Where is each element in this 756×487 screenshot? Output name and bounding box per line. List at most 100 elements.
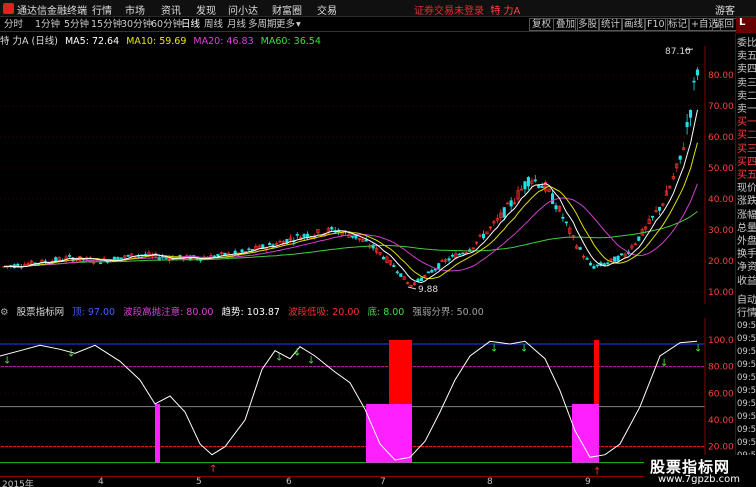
candle-body	[533, 179, 537, 182]
trade-login-warning[interactable]: 证券交易未登录 特 力A	[414, 2, 520, 17]
candle-body	[350, 235, 355, 238]
candle-body	[240, 249, 244, 253]
menu-zixun[interactable]: 资讯	[161, 2, 181, 17]
kline-chart[interactable]: 80.00 70.00 60.00 50.00 40.00 30.00 20.00 10.00…	[0, 46, 735, 304]
candle-body	[302, 234, 306, 237]
candle-body	[502, 207, 506, 218]
candle-body	[595, 264, 599, 267]
sell-arrow-icon: ↓	[694, 343, 702, 354]
period-5min[interactable]: 5分钟	[64, 18, 89, 31]
main-y-tick: 70.00	[708, 102, 734, 112]
indicator-gear-icon[interactable]: ⚙	[0, 307, 9, 318]
sell-arrow-icon: ↓	[660, 358, 668, 369]
panel-label: 买二	[737, 130, 756, 142]
period-toolbar: 分时 1分钟 5分钟 15分钟 30分钟 60分钟 日线 周线 月线 多周期 更…	[0, 17, 756, 32]
x-label-4: 4	[98, 477, 104, 487]
panel-label: 卖二	[737, 90, 756, 102]
candle-body	[54, 257, 58, 262]
candle-body	[537, 184, 541, 188]
multi-stock-button[interactable]: 多股	[575, 18, 601, 31]
x-label-2015: 2015年	[2, 480, 34, 487]
menu-wenxiaoda[interactable]: 问小达	[228, 2, 258, 17]
candle-body	[119, 257, 123, 260]
candle-body	[126, 254, 130, 257]
candle-body	[295, 234, 299, 236]
candle-body	[437, 263, 441, 269]
panel-label: 净资	[737, 262, 756, 274]
main-y-tick: 30.00	[708, 226, 734, 236]
candle-body	[364, 239, 368, 242]
panel-label: 涨跌	[737, 196, 756, 208]
period-15min[interactable]: 15分钟	[91, 18, 122, 31]
period-daily[interactable]: 日线	[181, 18, 200, 31]
fuquan-button[interactable]: 复权	[529, 18, 555, 31]
period-multi[interactable]: 多周期	[248, 18, 277, 31]
indicator-header: ⚙ 股票指标网 顶: 97.00 波段高抛注意: 80.00 趋势: 103.8…	[0, 304, 489, 318]
indicator-chart[interactable]: ↓ ↓ ↓ ↓ ↓ ↓ ↓ ↓ ↓ ↑ ↑ 100.0 80.00 60.00 40.00 20.00	[0, 318, 735, 476]
panel-label: 卖三	[737, 77, 756, 89]
menu-jiaoyi[interactable]: 交易	[317, 2, 337, 17]
candle-body	[561, 216, 565, 219]
panel-time-label: 09:53	[737, 411, 756, 422]
x-label-6: 6	[286, 477, 292, 487]
menu-shichang[interactable]: 市场	[125, 2, 145, 17]
candle-body	[554, 205, 558, 210]
sell-arrow-icon: ↓	[3, 355, 11, 366]
candle-body	[450, 254, 455, 257]
period-fenshi[interactable]: 分时	[4, 18, 23, 31]
high-sell-bar	[594, 340, 599, 404]
candle-body	[592, 266, 596, 269]
panel-label: 买四	[737, 156, 756, 168]
period-monthly[interactable]: 月线	[227, 18, 246, 31]
candle-body	[268, 243, 272, 246]
panel-label: 卖五	[737, 51, 756, 63]
candle-body	[395, 271, 399, 274]
draw-line-button[interactable]: 画线	[621, 18, 647, 31]
candle-body	[457, 253, 461, 256]
candle-body	[392, 265, 396, 268]
sell-arrow-icon: ↓	[275, 353, 283, 364]
period-more[interactable]: 更多	[276, 18, 295, 31]
indicator-title[interactable]: 股票指标网	[17, 307, 65, 318]
panel-label: 收益	[737, 275, 756, 287]
candle-body	[461, 252, 465, 255]
guest-label[interactable]: 游客	[715, 2, 735, 17]
panel-time-label: 09:52	[737, 385, 756, 396]
x-label-7: 7	[380, 477, 386, 487]
candle-body	[247, 248, 251, 251]
period-1min[interactable]: 1分钟	[35, 18, 60, 31]
stats-button[interactable]: 统计	[598, 18, 624, 31]
more-chevron-icon[interactable]: ▾	[296, 18, 301, 31]
panel-time-label: 09:52	[737, 359, 756, 370]
panel-label: 买一	[737, 117, 756, 129]
candle-body	[619, 253, 624, 256]
sub-y-tick: 60.00	[708, 389, 734, 399]
menu-hangqing[interactable]: 行情	[92, 2, 112, 17]
menu-faxian[interactable]: 发现	[196, 2, 216, 17]
app-logo-icon	[3, 3, 14, 14]
menu-caifuquan[interactable]: 财富圈	[272, 2, 302, 17]
period-60min[interactable]: 60分钟	[151, 18, 182, 31]
main-y-tick: 20.00	[708, 257, 734, 267]
back-button[interactable]: 返回	[712, 18, 738, 31]
period-weekly[interactable]: 周线	[204, 18, 223, 31]
app-title: 通达信金融终端	[17, 6, 87, 17]
candle-body	[447, 258, 451, 261]
candle-body	[381, 256, 386, 260]
sell-arrow-icon: ↓	[490, 343, 498, 354]
watermark: 股票指标网 www.7gpzb.com	[644, 455, 756, 487]
main-y-tick: 40.00	[708, 195, 734, 205]
mark-button[interactable]: 标记	[665, 18, 691, 31]
ma-info-line: 特 力A (日线) MA5: 72.64 MA10: 59.69 MA20: 4…	[0, 33, 735, 47]
param-trend: 趋势: 103.87	[221, 307, 280, 318]
candle-body	[588, 262, 593, 266]
param-divider: 强弱分界: 50.00	[412, 307, 484, 318]
candle-body	[688, 110, 693, 118]
period-30min[interactable]: 30分钟	[121, 18, 152, 31]
ma20-line	[4, 183, 698, 272]
candle-body	[419, 277, 424, 281]
candle-body	[651, 215, 655, 218]
candle-body	[67, 255, 72, 257]
sub-y-tick: 80.00	[708, 363, 734, 373]
candle-body	[613, 256, 617, 262]
